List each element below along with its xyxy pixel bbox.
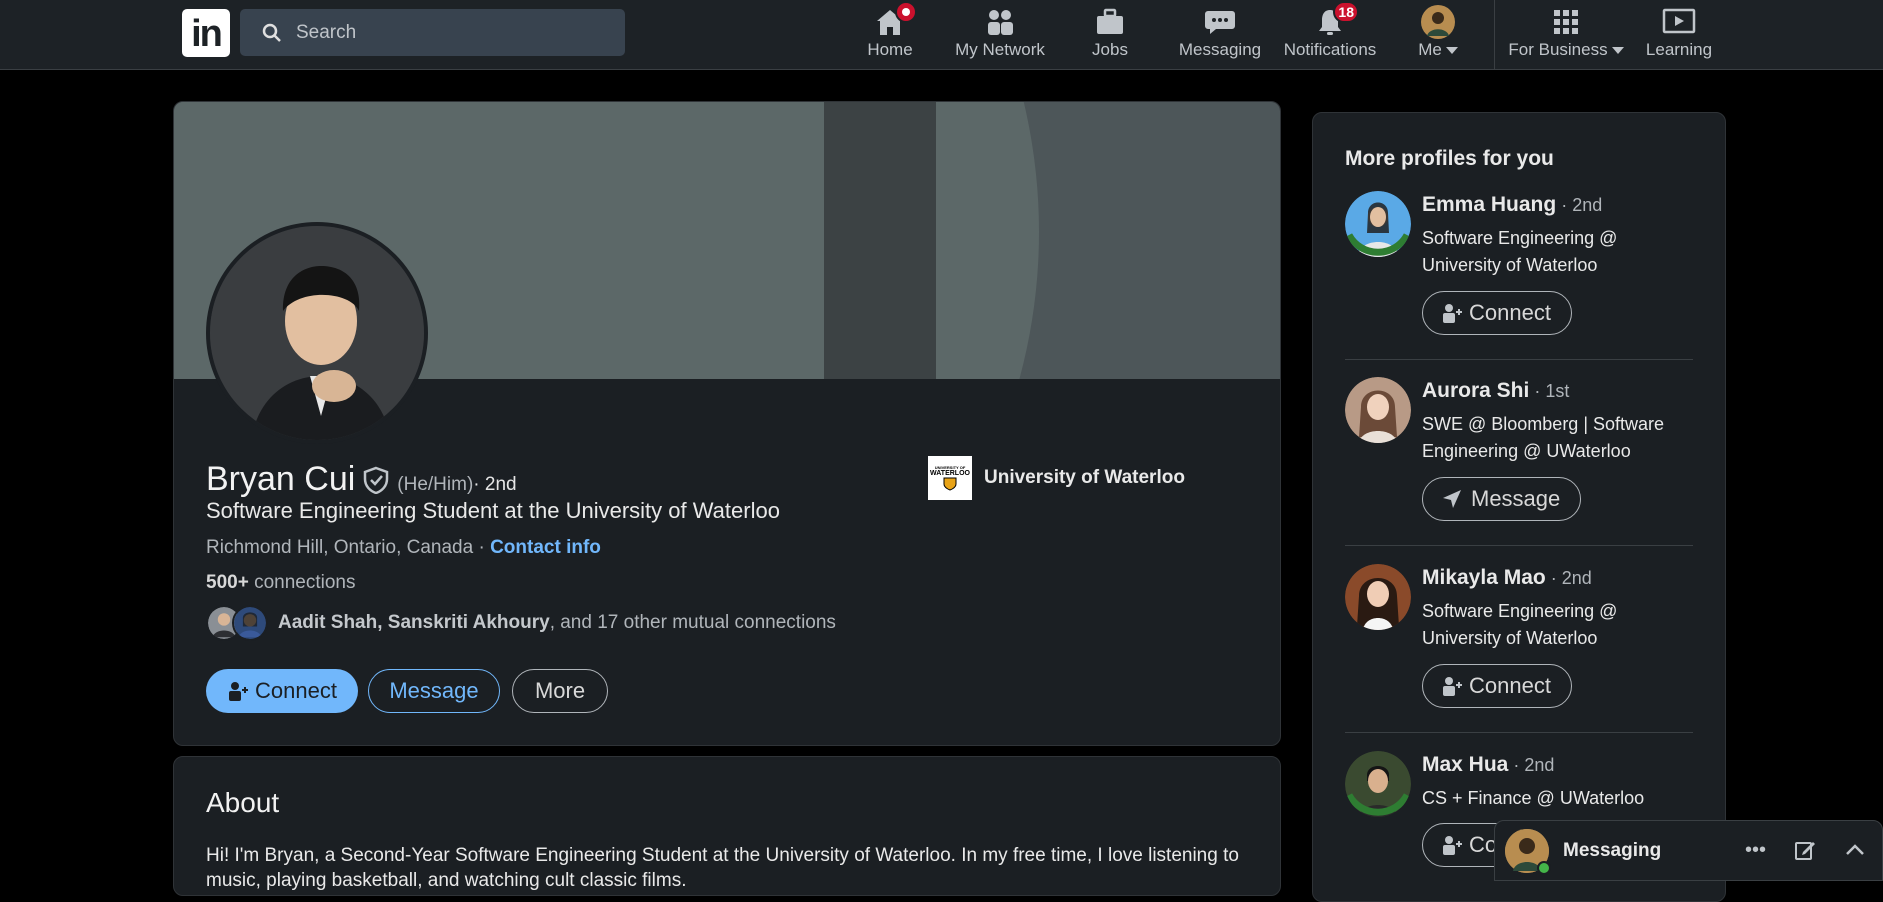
profile-name-row: Bryan Cui (He/Him) · 2nd	[206, 460, 517, 499]
search-placeholder: Search	[296, 21, 357, 43]
connect-button[interactable]: Connect	[206, 669, 358, 713]
online-status-icon	[1537, 860, 1551, 875]
message-button[interactable]: Message	[1422, 477, 1582, 521]
about-title: About	[206, 787, 280, 818]
chevron-down-icon	[1445, 47, 1458, 55]
profile-suggestion-avatar[interactable]	[1345, 564, 1411, 630]
notifications-count-badge: 18	[1333, 1, 1359, 23]
profile-headline: Software Engineering Student at the Univ…	[206, 498, 780, 523]
nav-for-business[interactable]: For Business	[1506, 0, 1626, 70]
nav-messaging-label: Messaging	[1178, 40, 1262, 59]
divider	[1345, 359, 1693, 360]
profile-pronouns: (He/Him)	[397, 474, 474, 495]
nav-my-network-label: My Network	[955, 40, 1045, 59]
profile-suggestion-name[interactable]: Max Hua · 2nd	[1422, 753, 1554, 777]
nav-notifications-label: Notifications	[1283, 40, 1377, 59]
connect-label: Connect	[255, 678, 337, 703]
add-person-icon	[1443, 677, 1462, 696]
linkedin-logo[interactable]: in	[182, 9, 230, 57]
home-icon	[873, 1, 917, 37]
my-avatar	[1505, 828, 1551, 875]
search-input[interactable]: Search	[240, 9, 625, 56]
more-label: More	[534, 678, 586, 703]
profile-photo[interactable]	[206, 222, 428, 444]
nav-jobs-label: Jobs	[1092, 40, 1128, 59]
nav-me[interactable]: Me	[1410, 0, 1466, 70]
message-label: Message	[389, 678, 479, 703]
network-icon	[983, 7, 1017, 37]
mutual-names: Aadit Shah, Sanskriti Akhoury	[278, 612, 550, 633]
more-button[interactable]: More	[512, 669, 608, 713]
profile-suggestion-avatar[interactable]	[1345, 191, 1411, 257]
add-person-icon	[1443, 836, 1462, 855]
more-options-icon[interactable]: •••	[1745, 839, 1766, 862]
mutual-connections[interactable]: Aadit Shah, Sanskriti Akhoury, and 17 ot…	[206, 605, 836, 641]
profile-suggestion: Aurora Shi · 1st SWE @ Bloomberg | Softw…	[1345, 377, 1693, 527]
connection-degree: · 2nd	[473, 474, 517, 495]
profile-suggestion-name[interactable]: Emma Huang · 2nd	[1422, 193, 1602, 217]
profile-location: Richmond Hill, Ontario, Canada · Contact…	[206, 537, 601, 559]
profile-suggestion-name[interactable]: Aurora Shi · 1st	[1422, 379, 1569, 403]
messaging-icon	[1203, 7, 1237, 37]
message-button[interactable]: Message	[368, 669, 500, 713]
profile-suggestion-headline: Software Engineering @ University of Wat…	[1422, 228, 1618, 275]
profile-suggestion-avatar[interactable]	[1345, 377, 1411, 443]
chevron-down-icon	[1611, 47, 1624, 55]
school-name: University of Waterloo	[984, 467, 1185, 488]
profile-name: Bryan Cui	[206, 460, 356, 498]
nav-me-label: Me	[1418, 40, 1442, 59]
chevron-up-icon[interactable]	[1844, 839, 1866, 861]
nav-my-network[interactable]: My Network	[952, 0, 1048, 70]
add-person-icon	[1443, 304, 1462, 323]
profile-suggestion-headline: Software Engineering @ University of Wat…	[1422, 601, 1618, 648]
connections-number: 500+	[206, 572, 249, 593]
more-profiles-title: More profiles for you	[1345, 147, 1554, 170]
mutual-rest: , and 17 other mutual connections	[549, 612, 836, 633]
connections-count[interactable]: 500+ connections	[206, 572, 355, 594]
verified-shield-icon[interactable]	[363, 466, 389, 494]
about-card: About Hi! I'm Bryan, a Second-Year Softw…	[173, 756, 1281, 896]
messaging-title: Messaging	[1563, 839, 1662, 861]
education-school[interactable]: UNIVERSITY OF WATERLOO University of Wat…	[928, 456, 1185, 500]
location-text: Richmond Hill, Ontario, Canada ·	[206, 537, 491, 558]
mutual-avatar	[232, 605, 268, 641]
learning-icon	[1662, 7, 1696, 37]
more-profiles-card: More profiles for you Emma Huang · 2nd S…	[1312, 112, 1726, 902]
send-icon	[1443, 490, 1461, 508]
nav-for-business-label: For Business	[1508, 40, 1608, 59]
briefcase-icon	[1093, 7, 1127, 37]
compose-icon[interactable]	[1794, 839, 1816, 861]
divider	[1345, 732, 1693, 733]
nav-home-label: Home	[867, 40, 913, 59]
profile-suggestion: Emma Huang · 2nd Software Engineering @ …	[1345, 191, 1693, 341]
messaging-overlay[interactable]: Messaging •••	[1494, 820, 1883, 881]
bell-icon: 18	[1313, 1, 1359, 37]
waterloo-logo: UNIVERSITY OF WATERLOO	[928, 456, 972, 500]
connections-label: connections	[248, 572, 356, 593]
search-icon	[262, 23, 281, 42]
profile-suggestion-name[interactable]: Mikayla Mao · 2nd	[1422, 566, 1592, 590]
connect-button[interactable]: Connect	[1422, 291, 1572, 335]
connect-button[interactable]: Connect	[1422, 664, 1572, 708]
add-person-icon	[229, 682, 249, 701]
nav-notifications[interactable]: 18 Notifications	[1282, 0, 1378, 70]
profile-suggestion: Mikayla Mao · 2nd Software Engineering @…	[1345, 564, 1693, 714]
profile-suggestion-headline: SWE @ Bloomberg | Software Engineering @…	[1422, 414, 1665, 461]
profile-suggestion-headline: CS + Finance @ UWaterloo	[1422, 788, 1645, 808]
profile-suggestion-avatar[interactable]	[1345, 751, 1411, 817]
nav-messaging[interactable]: Messaging	[1168, 0, 1272, 70]
grid-icon	[1549, 7, 1583, 37]
notification-dot-icon	[895, 1, 917, 23]
avatar-icon	[1421, 5, 1455, 39]
divider	[1345, 545, 1693, 546]
contact-info-link[interactable]: Contact info	[490, 537, 601, 558]
about-text: Hi! I'm Bryan, a Second-Year Software En…	[206, 845, 1239, 891]
profile-card: Bryan Cui (He/Him) · 2nd Software Engine…	[173, 101, 1281, 746]
nav-home[interactable]: Home	[858, 0, 922, 70]
nav-jobs[interactable]: Jobs	[1080, 0, 1140, 70]
nav-learning-label: Learning	[1645, 40, 1713, 59]
top-navigation-bar: in Search Home My Network Jobs Messaging…	[0, 0, 1883, 70]
nav-divider	[1494, 0, 1495, 70]
nav-learning[interactable]: Learning	[1644, 0, 1714, 70]
